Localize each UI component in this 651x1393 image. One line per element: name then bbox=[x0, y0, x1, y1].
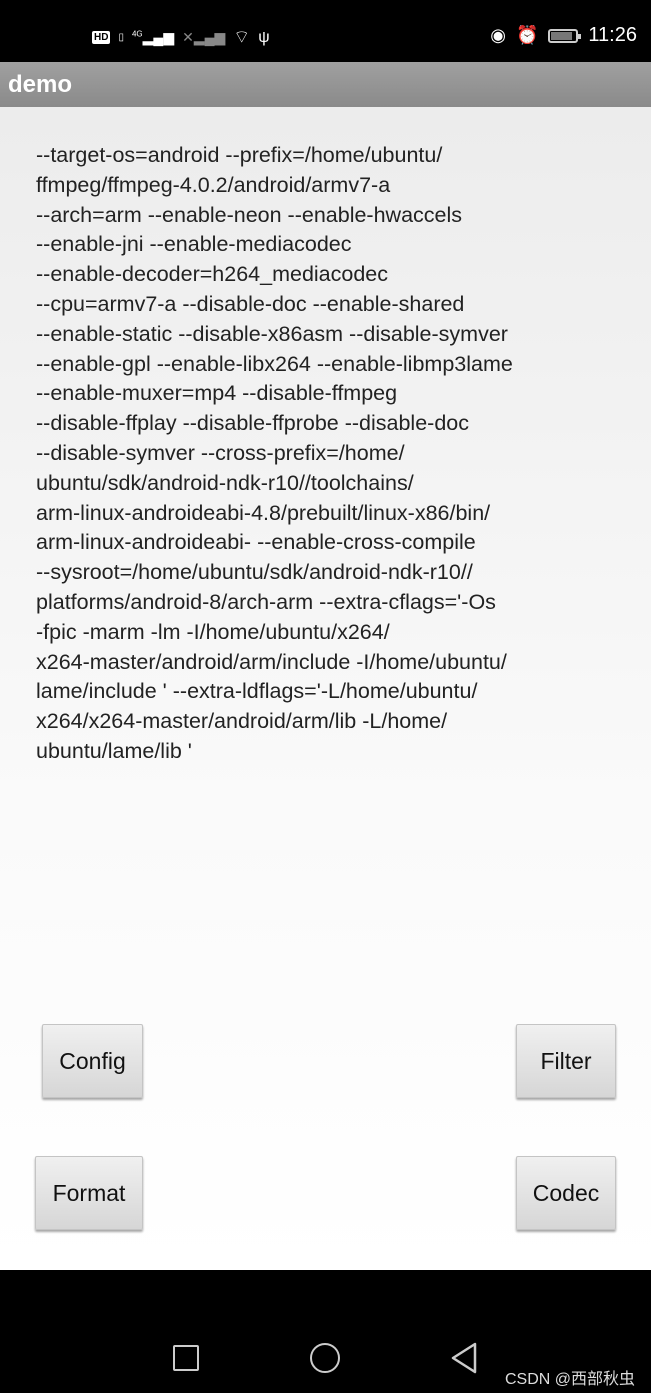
config-line: --enable-gpl --enable-libx264 --enable-l… bbox=[36, 351, 513, 376]
status-time: 11:26 bbox=[588, 24, 637, 46]
eye-comfort-icon: ◉ bbox=[490, 25, 506, 45]
alarm-icon: ⏰ bbox=[516, 25, 539, 45]
config-line: x264/x264-master/android/arm/lib -L/home… bbox=[36, 709, 448, 734]
config-line: ubuntu/sdk/android-ndk-r10//toolchains/ bbox=[36, 470, 414, 495]
config-line: ubuntu/lame/lib ' bbox=[36, 738, 192, 763]
back-icon[interactable] bbox=[450, 1342, 478, 1374]
wifi-icon: ⌔ bbox=[233, 27, 251, 47]
config-line: --target-os=android --prefix=/home/ubunt… bbox=[36, 143, 443, 167]
config-line: --enable-muxer=mp4 --disable-ffmpeg bbox=[36, 381, 398, 406]
config-line: x264-master/android/arm/include -I/home/… bbox=[36, 649, 507, 674]
main-content: --target-os=android --prefix=/home/ubunt… bbox=[0, 107, 651, 1270]
format-button[interactable]: Format bbox=[35, 1156, 143, 1230]
no-signal-icon: ✕▂▄▆ bbox=[182, 29, 226, 45]
battery-charging-icon bbox=[548, 28, 582, 43]
config-line: --enable-decoder=h264_mediacodec bbox=[36, 262, 389, 287]
app-title: demo bbox=[8, 71, 73, 98]
navigation-bar: CSDN @西部秋虫 bbox=[0, 1270, 651, 1393]
sim-icon: ▯ bbox=[118, 32, 124, 43]
config-line: --arch=arm --enable-neon --enable-hwacce… bbox=[36, 202, 463, 227]
recents-icon[interactable] bbox=[173, 1345, 199, 1371]
config-line: --enable-jni --enable-mediacodec bbox=[36, 232, 352, 257]
usb-icon: ψ bbox=[258, 28, 270, 46]
config-line: --disable-symver --cross-prefix=/home/ bbox=[36, 440, 405, 465]
config-line: --enable-static --disable-x86asm --disab… bbox=[36, 321, 508, 346]
watermark: CSDN @西部秋虫 bbox=[504, 1371, 635, 1388]
4g-signal-icon: 4G▂▄▆ bbox=[131, 29, 175, 45]
config-line: arm-linux-androideabi-4.8/prebuilt/linux… bbox=[36, 500, 491, 525]
config-line: ffmpeg/ffmpeg-4.0.2/android/armv7-a bbox=[36, 172, 391, 197]
config-line: platforms/android-8/arch-arm --extra-cfl… bbox=[36, 589, 496, 614]
config-line: lame/include ' --extra-ldflags='-L/home/… bbox=[36, 679, 478, 704]
config-button[interactable]: Config bbox=[42, 1024, 143, 1098]
config-line: arm-linux-androideabi- --enable-cross-co… bbox=[36, 530, 476, 555]
app-bar: demo bbox=[0, 62, 651, 107]
config-output-text: --target-os=android --prefix=/home/ubunt… bbox=[36, 141, 513, 767]
config-line: --disable-ffplay --disable-ffprobe --dis… bbox=[36, 411, 469, 436]
config-line: --cpu=armv7-a --disable-doc --enable-sha… bbox=[36, 291, 465, 316]
config-line: --sysroot=/home/ubuntu/sdk/android-ndk-r… bbox=[36, 560, 473, 585]
codec-button[interactable]: Codec bbox=[516, 1156, 616, 1230]
status-bar: HD ▯ 4G▂▄▆ ✕▂▄▆ ⌔ ψ ◉ ⏰ 11:26 bbox=[0, 0, 651, 62]
filter-button[interactable]: Filter bbox=[516, 1024, 616, 1098]
network-label: 4G bbox=[131, 29, 143, 39]
config-line: -fpic -marm -lm -I/home/ubuntu/x264/ bbox=[36, 619, 390, 644]
home-icon[interactable] bbox=[310, 1343, 340, 1373]
hd-icon: HD bbox=[92, 31, 111, 44]
